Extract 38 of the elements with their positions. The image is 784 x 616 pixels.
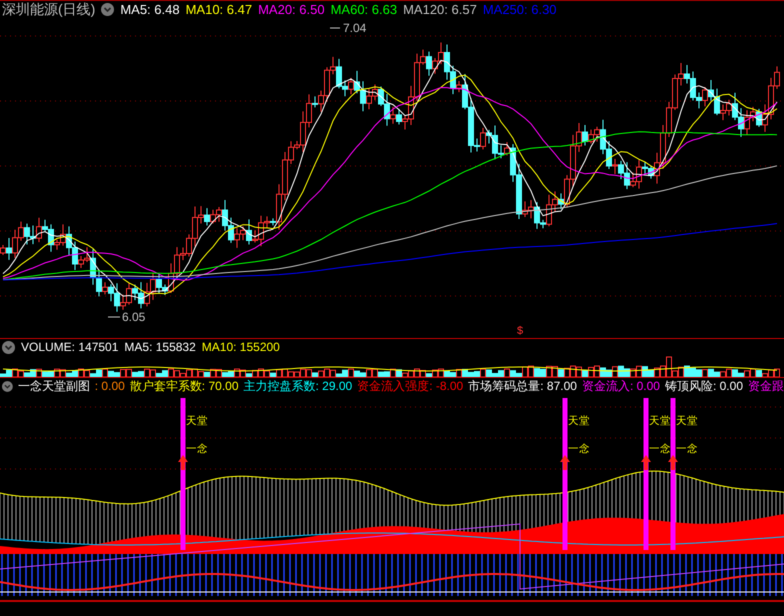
moving-average-label: MA20: 6.50 <box>258 0 325 19</box>
signal-label: 天堂 <box>186 415 208 427</box>
signal-marker: $ <box>517 325 524 337</box>
signal-label: 一念 <box>649 443 671 455</box>
indicator-label: 资金流入强度: -8.00 <box>357 378 464 394</box>
signal-label: 天堂 <box>649 415 671 427</box>
moving-average-label: MA5: 6.48 <box>120 0 180 19</box>
up-arrow-icon <box>560 455 570 470</box>
collapse-chevron-icon[interactable] <box>101 3 114 16</box>
moving-average-label: MA60: 6.63 <box>330 0 398 19</box>
signal-label: 一念 <box>676 443 698 455</box>
indicator-label: 主力控盘系数: 29.00 <box>244 378 352 394</box>
high-price-label: 7.04 <box>343 21 366 35</box>
stock-title: 深圳能源(日线) <box>2 0 96 19</box>
up-arrow-icon <box>641 455 651 470</box>
indicator-label: 市场筹码总量: 87.00 <box>468 378 577 394</box>
up-arrow-icon <box>178 455 188 470</box>
volume-label: MA10: 155200 <box>202 339 280 356</box>
moving-average-label: MA250: 6.30 <box>482 0 557 19</box>
collapse-chevron-icon[interactable] <box>2 340 15 354</box>
moving-average-label: MA120: 6.57 <box>403 0 477 19</box>
up-arrow-icon <box>668 455 678 470</box>
signal-label: 天堂 <box>568 415 590 427</box>
indicator-label: 资金流入: 0.00 <box>582 378 660 394</box>
indicator-label: : 0.00 <box>94 378 125 394</box>
volume-label: VOLUME: 147501 <box>21 339 118 356</box>
collapse-chevron-icon[interactable] <box>2 380 13 392</box>
indicator-label: 一念天堂副图 <box>18 378 90 394</box>
leader-line <box>108 316 120 318</box>
indicator-label: 散户套牢系数: 70.00 <box>130 378 238 394</box>
volume-label: MA5: 155832 <box>124 339 196 356</box>
indicator-label: 铸顶风险: 0.00 <box>664 378 743 394</box>
indicator-label: 资金跟 <box>748 378 784 394</box>
signal-label: 一念 <box>568 443 590 455</box>
signal-label: 天堂 <box>676 415 698 427</box>
moving-average-label: MA10: 6.47 <box>186 0 252 19</box>
signal-label: 一念 <box>186 443 208 455</box>
low-price-label: 6.05 <box>122 310 146 324</box>
